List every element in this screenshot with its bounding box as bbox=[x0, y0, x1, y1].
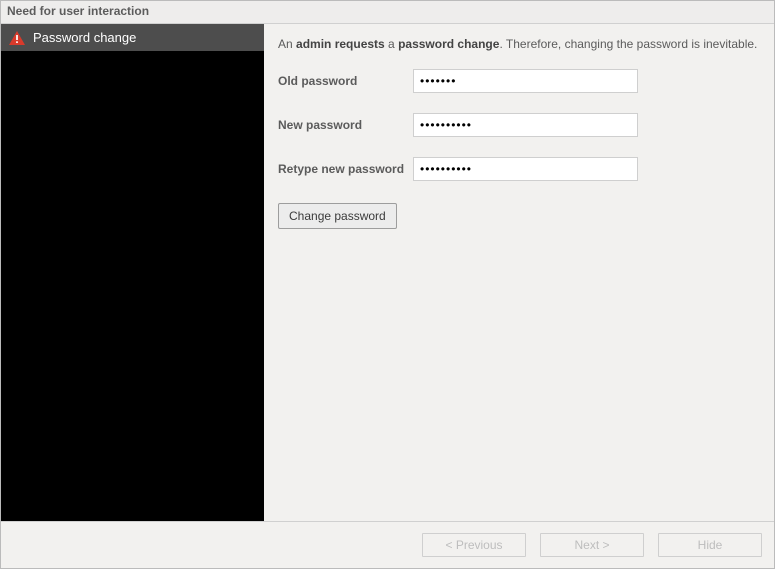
input-new-password[interactable] bbox=[413, 113, 638, 137]
sidebar: Password change bbox=[1, 24, 264, 521]
main-panel: An admin requests a password change. The… bbox=[264, 24, 774, 521]
label-retype-password: Retype new password bbox=[278, 162, 413, 176]
input-old-password[interactable] bbox=[413, 69, 638, 93]
wizard-footer: < Previous Next > Hide bbox=[1, 522, 774, 568]
window-titlebar: Need for user interaction bbox=[1, 1, 774, 23]
row-retype-password: Retype new password bbox=[278, 157, 760, 181]
change-password-button[interactable]: Change password bbox=[278, 203, 397, 229]
previous-button[interactable]: < Previous bbox=[422, 533, 526, 557]
sidebar-item-password-change[interactable]: Password change bbox=[1, 24, 264, 51]
dialog-window: Need for user interaction Password chang… bbox=[0, 0, 775, 569]
sidebar-item-label: Password change bbox=[33, 30, 136, 45]
row-new-password: New password bbox=[278, 113, 760, 137]
alert-icon bbox=[9, 31, 25, 45]
prompt-text: An admin requests a password change. The… bbox=[278, 37, 760, 51]
window-title: Need for user interaction bbox=[7, 4, 149, 18]
label-new-password: New password bbox=[278, 118, 413, 132]
label-old-password: Old password bbox=[278, 74, 413, 88]
hide-button[interactable]: Hide bbox=[658, 533, 762, 557]
next-button[interactable]: Next > bbox=[540, 533, 644, 557]
input-retype-password[interactable] bbox=[413, 157, 638, 181]
dialog-body: Password change An admin requests a pass… bbox=[1, 23, 774, 522]
row-old-password: Old password bbox=[278, 69, 760, 93]
